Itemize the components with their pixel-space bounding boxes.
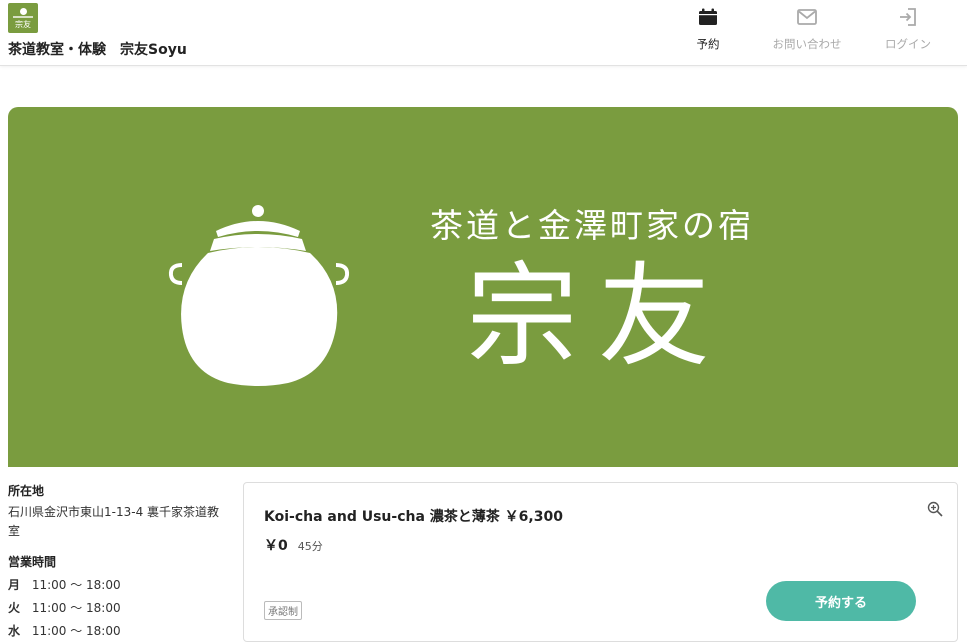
nav-contact-label: お問い合わせ bbox=[772, 37, 842, 51]
mail-icon bbox=[762, 6, 852, 28]
logo-dot bbox=[19, 7, 27, 15]
nav-login[interactable]: ログイン bbox=[863, 6, 953, 52]
shop-title[interactable]: 茶道教室・体験 宗友Soyu bbox=[8, 39, 187, 59]
hours-row: 火 11:00 〜 18:00 bbox=[8, 597, 228, 620]
hours-day: 月 bbox=[8, 578, 21, 592]
hours-time: 11:00 〜 18:00 bbox=[31, 601, 121, 615]
menu-price: ￥0 bbox=[264, 538, 288, 554]
address-label: 所在地 bbox=[8, 484, 45, 498]
hero-banner: 茶道と金澤町家の宿 宗友 bbox=[8, 107, 958, 467]
header: 宗友 茶道教室・体験 宗友Soyu 予約 お問い合わせ ログイン bbox=[0, 0, 967, 66]
hours-time: 11:00 〜 18:00 bbox=[31, 578, 121, 592]
shop-info: 所在地 石川県金沢市東山1-13-4 裏千家茶道教室 営業時間 月 11:00 … bbox=[8, 482, 228, 643]
hours-row: 水 11:00 〜 18:00 bbox=[8, 620, 228, 643]
hours-row: 月 11:00 〜 18:00 bbox=[8, 574, 228, 597]
hours-day: 水 bbox=[8, 624, 21, 638]
nav-login-label: ログイン bbox=[885, 37, 931, 51]
login-icon bbox=[863, 6, 953, 28]
zoom-in-icon[interactable] bbox=[927, 501, 943, 521]
menu-card[interactable]: Koi-cha and Usu-cha 濃茶と薄茶 ￥6,300 ￥0 45分 … bbox=[243, 482, 958, 642]
price-row: ￥0 45分 bbox=[264, 535, 323, 555]
hours-label: 営業時間 bbox=[8, 555, 57, 569]
reserve-button[interactable]: 予約する bbox=[766, 581, 916, 621]
banner-main-title: 宗友 bbox=[466, 252, 730, 382]
nav-reserve-label: 予約 bbox=[696, 37, 720, 51]
logo-text: 宗友 bbox=[15, 19, 31, 29]
menu-title: Koi-cha and Usu-cha 濃茶と薄茶 ￥6,300 bbox=[264, 509, 563, 525]
hours-time: 11:00 〜 18:00 bbox=[31, 624, 121, 638]
approval-badge: 承認制 bbox=[264, 601, 302, 620]
menu-duration: 45分 bbox=[297, 540, 323, 553]
nav-contact[interactable]: お問い合わせ bbox=[762, 6, 852, 52]
tea-kettle-icon bbox=[168, 203, 350, 393]
nav-reserve[interactable]: 予約 bbox=[663, 6, 753, 52]
banner-subtitle: 茶道と金澤町家の宿 bbox=[430, 206, 754, 245]
address-text: 石川県金沢市東山1-13-4 裏千家茶道教室 bbox=[8, 505, 220, 538]
hours-day: 火 bbox=[8, 601, 21, 615]
logo-tagline-mark bbox=[13, 15, 33, 18]
calendar-icon bbox=[663, 6, 753, 28]
shop-logo[interactable]: 宗友 bbox=[8, 3, 38, 33]
